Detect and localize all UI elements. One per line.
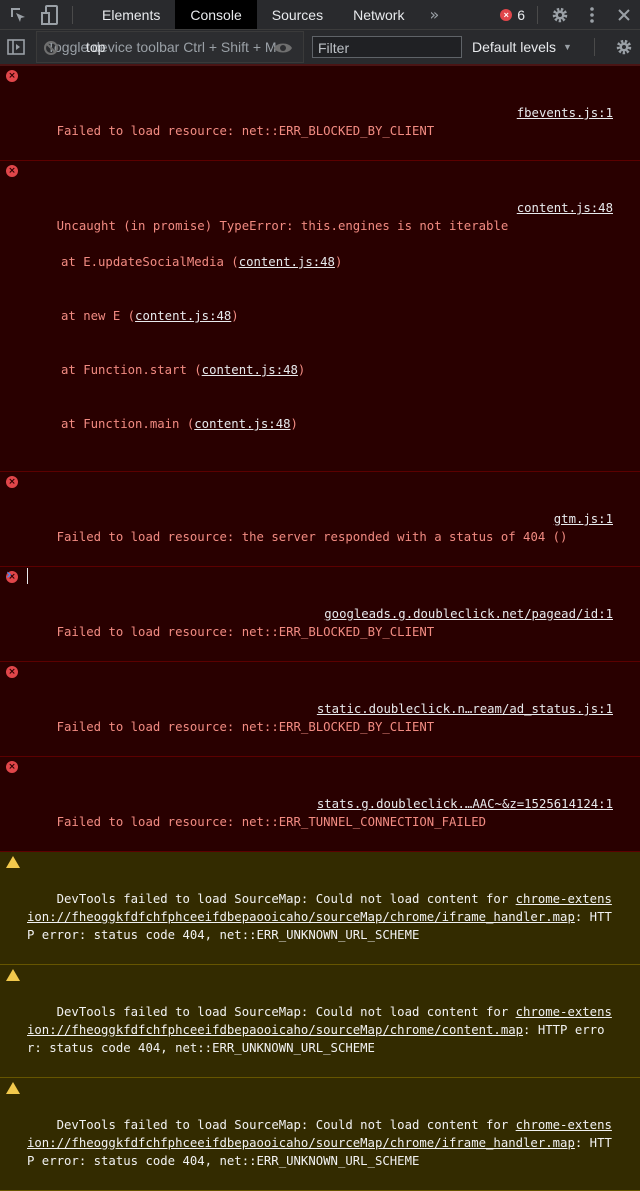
close-icon — [618, 8, 630, 21]
console-message-warning: DevTools failed to load SourceMap: Could… — [0, 965, 640, 1078]
message-text: Failed to load resource: net::ERR_BLOCKE… — [56, 124, 435, 138]
stack-frame-text: ) — [290, 417, 298, 431]
stack-frame-text: at Function.start ( — [61, 363, 202, 377]
error-icon: × — [6, 761, 18, 773]
stack-frame-text: at new E ( — [61, 309, 136, 323]
console-message-error: × gtm.js:1 Failed to load resource: the … — [0, 472, 640, 567]
stack-frame-text: ) — [231, 309, 239, 323]
divider — [72, 5, 73, 24]
tab-elements[interactable]: Elements — [87, 0, 175, 29]
warning-icon — [6, 969, 20, 981]
divider — [593, 38, 595, 56]
stack-frame-link[interactable]: content.js:48 — [135, 309, 231, 323]
inspect-element-icon — [11, 7, 25, 22]
error-icon: × — [6, 476, 18, 488]
message-text: Failed to load resource: net::ERR_BLOCKE… — [56, 720, 435, 734]
message-text: DevTools failed to load SourceMap: Could… — [56, 1118, 516, 1132]
message-text: DevTools failed to load SourceMap: Could… — [56, 892, 516, 906]
stack-frame-link[interactable]: content.js:48 — [202, 363, 298, 377]
error-icon: × — [500, 8, 513, 21]
message-text: Failed to load resource: the server resp… — [56, 530, 568, 544]
console-message-warning: DevTools failed to load SourceMap: Could… — [0, 1078, 640, 1191]
show-console-sidebar-button[interactable] — [0, 33, 32, 62]
source-link[interactable]: gtm.js:1 — [554, 510, 613, 528]
error-icon: × — [6, 165, 18, 177]
inspect-element-button[interactable] — [2, 0, 34, 29]
device-toolbar-button[interactable] — [34, 0, 66, 29]
stack-frame-text: at E.updateSocialMedia ( — [61, 255, 239, 269]
context-selector[interactable]: top — [86, 39, 105, 55]
source-link[interactable]: stats.g.doubleclick.…AAC~&z=1525614124:1 — [317, 795, 613, 813]
warning-icon — [6, 856, 20, 868]
divider — [537, 5, 538, 24]
stack-frame-link[interactable]: content.js:48 — [194, 417, 290, 431]
devtools-tab-bar: Elements Console Sources Network » × 6 — [0, 0, 640, 30]
error-count: 6 — [517, 6, 525, 23]
message-text: DevTools failed to load SourceMap: Could… — [56, 1005, 516, 1019]
source-link[interactable]: static.doubleclick.n…ream/ad_status.js:1 — [317, 700, 613, 718]
tab-console[interactable]: Console — [175, 0, 257, 29]
source-link[interactable]: content.js:48 — [517, 199, 613, 217]
tab-network[interactable]: Network — [338, 0, 419, 29]
source-link[interactable]: googleads.g.doubleclick.net/pagead/id:1 — [324, 605, 613, 623]
gear-icon — [616, 39, 632, 55]
text-cursor — [27, 568, 28, 584]
log-levels-dropdown[interactable]: Default levels ▼ — [472, 39, 572, 55]
message-text: Failed to load resource: net::ERR_BLOCKE… — [56, 625, 435, 639]
more-tabs-button[interactable]: » — [419, 5, 449, 24]
error-icon: × — [6, 666, 18, 678]
stack-frame-text: ) — [297, 363, 306, 377]
settings-button[interactable] — [544, 0, 576, 29]
console-prompt[interactable]: › — [0, 563, 640, 593]
tooltip: Toggle device toolbar Ctrl + Shift + M — [36, 31, 304, 63]
stack-frame-link[interactable]: content.js:48 — [239, 255, 335, 269]
live-expression-eye-icon[interactable] — [273, 41, 293, 55]
filter-input[interactable]: Filter — [312, 36, 462, 58]
stack-frame: at E.updateSocialMedia (content.js:48) — [27, 253, 613, 271]
stack-frame-text: at Function.main ( — [61, 417, 195, 431]
console-settings-button[interactable] — [608, 33, 640, 62]
error-count-badge[interactable]: × 6 — [500, 7, 525, 23]
gear-icon — [552, 7, 568, 22]
prompt-chevron-icon: › — [6, 567, 12, 583]
message-text: Failed to load resource: net::ERR_TUNNEL… — [56, 815, 487, 829]
console-message-error: × content.js:48 Uncaught (in promise) Ty… — [0, 161, 640, 472]
console-message-error: × stats.g.doubleclick.…AAC~&z=1525614124… — [0, 757, 640, 852]
stack-frame: at Function.main (content.js:48) — [27, 415, 613, 433]
error-icon: × — [6, 70, 18, 82]
tab-sources[interactable]: Sources — [257, 0, 338, 29]
tooltip-text: Toggle device toolbar Ctrl + Shift + M — [47, 39, 277, 55]
kebab-menu-icon — [590, 6, 594, 23]
warning-icon — [6, 1082, 20, 1094]
stack-frame: at new E (content.js:48) — [27, 307, 613, 325]
show-console-sidebar-icon — [7, 39, 25, 55]
log-levels-label: Default levels — [472, 39, 557, 55]
stack-frame-text: ) — [334, 255, 343, 269]
device-toolbar-icon — [41, 4, 58, 25]
close-devtools-button[interactable] — [608, 0, 640, 29]
clear-console-icon — [44, 41, 58, 55]
console-message-error: × static.doubleclick.n…ream/ad_status.js… — [0, 662, 640, 757]
chevron-down-icon: ▼ — [563, 42, 572, 52]
console-message-warning: DevTools failed to load SourceMap: Could… — [0, 852, 640, 965]
message-text: Uncaught (in promise) TypeError: this.en… — [56, 219, 509, 233]
console-messages: × fbevents.js:1 Failed to load resource:… — [0, 66, 640, 1191]
more-options-button[interactable] — [576, 0, 608, 29]
stack-frame: at Function.start (content.js:48) — [27, 361, 613, 379]
console-message-error: × fbevents.js:1 Failed to load resource:… — [0, 66, 640, 161]
source-link[interactable]: fbevents.js:1 — [517, 104, 613, 122]
